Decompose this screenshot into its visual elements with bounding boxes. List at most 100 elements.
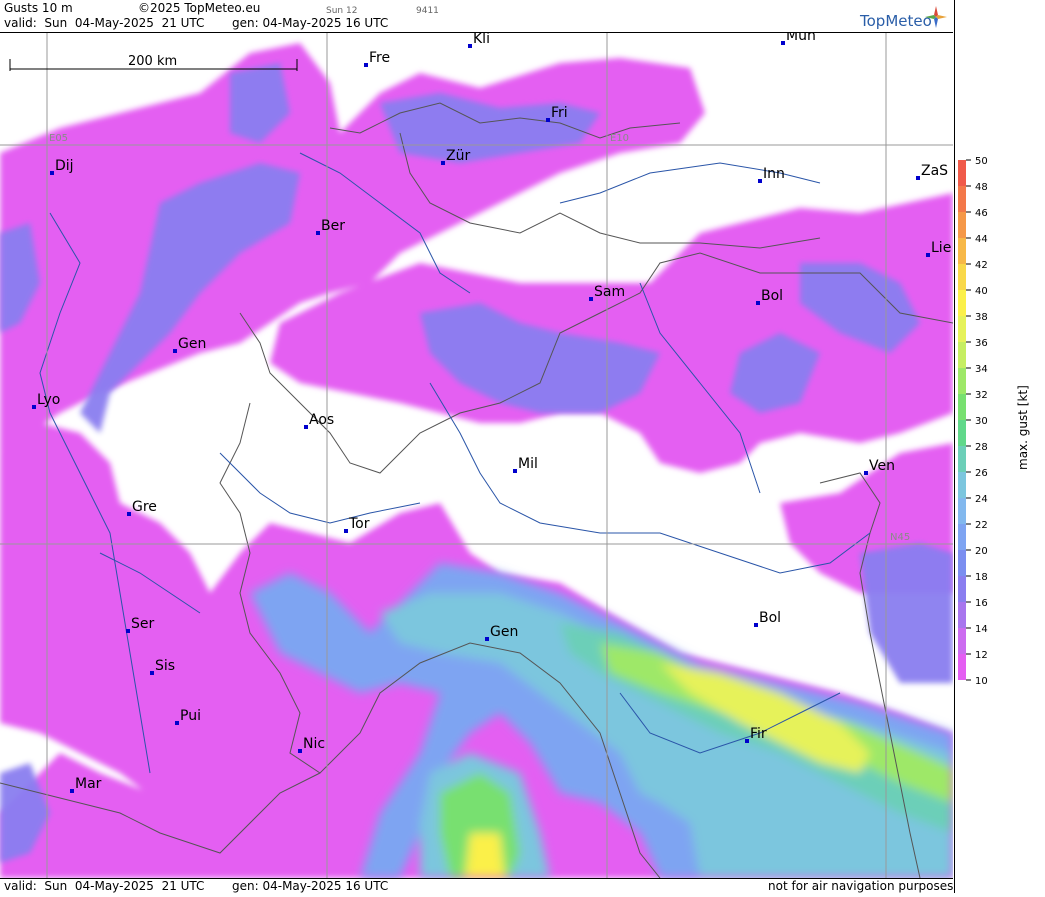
city-label: Kli	[473, 33, 490, 47]
run-code: 9411	[416, 6, 439, 16]
legend-tick-label: 30	[975, 416, 988, 427]
legend-color-swatch	[958, 472, 966, 498]
legend-tick-label: 16	[975, 598, 988, 609]
city-marker: Gen	[485, 624, 518, 641]
legend-tick-label: 40	[975, 286, 988, 297]
map-header: Gusts 10 m ©2025 TopMeteo.eu Sun 12 9411…	[0, 0, 953, 33]
city-marker: Mil	[513, 456, 538, 473]
city-marker: Mar	[70, 776, 102, 793]
topmeteo-logo-icon	[925, 6, 947, 28]
city-label: Gen	[490, 624, 518, 640]
legend-color-swatch	[958, 602, 966, 628]
city-marker: Sam	[589, 284, 625, 301]
legend-tick-label: 48	[975, 182, 988, 193]
city-marker: Inn	[758, 166, 785, 183]
footer-generated-time: gen: 04-May-2025 16 UTC	[232, 879, 389, 893]
city-dot-icon	[485, 637, 489, 641]
generated-time: gen: 04-May-2025 16 UTC	[232, 16, 389, 30]
city-dot-icon	[441, 161, 445, 165]
legend-tick-label: 10	[975, 676, 988, 687]
city-dot-icon	[126, 629, 130, 633]
city-marker: Ber	[316, 218, 345, 235]
city-dot-icon	[304, 425, 308, 429]
city-dot-icon	[150, 671, 154, 675]
city-label: Ber	[321, 218, 345, 234]
city-label: Zür	[446, 148, 470, 164]
legend-color-swatch	[958, 186, 966, 212]
legend-color-swatch	[958, 576, 966, 602]
city-marker: Zür	[441, 148, 470, 165]
city-dot-icon	[758, 179, 762, 183]
legend-title: max. gust [kt]	[1016, 385, 1030, 470]
legend-tick-label: 42	[975, 260, 988, 271]
grid-label-e10: E10	[610, 133, 629, 144]
legend-tick-label: 32	[975, 390, 988, 401]
city-dot-icon	[916, 176, 920, 180]
city-dot-icon	[589, 297, 593, 301]
city-label: Lie	[931, 240, 951, 256]
city-marker: Ser	[126, 616, 155, 633]
legend-tick-label: 14	[975, 624, 988, 635]
grid-label-e05: E05	[49, 133, 68, 144]
gust-color-scale: 50 48 46 44 42 40 38 36 34 32 30 28 26 24 22 20 18 16 14 12…	[958, 156, 988, 687]
footer-valid-time: valid: Sun 04-May-2025 21 UTC	[4, 879, 205, 893]
city-dot-icon	[756, 301, 760, 305]
legend-color-swatch	[958, 368, 966, 394]
grid-label-n45: N45	[890, 532, 910, 543]
legend-tick-label: 36	[975, 338, 988, 349]
city-dot-icon	[926, 253, 930, 257]
city-label: Mar	[75, 776, 102, 792]
legend-tick-label: 22	[975, 520, 988, 531]
city-dot-icon	[546, 118, 550, 122]
city-label: Ser	[131, 616, 155, 632]
legend-tick-label: 34	[975, 364, 988, 375]
city-dot-icon	[754, 623, 758, 627]
city-dot-icon	[364, 63, 368, 67]
legend-panel: 50 48 46 44 42 40 38 36 34 32 30 28 26 24 22 20 18 16 14 12…	[954, 0, 1045, 893]
city-label: Pui	[180, 708, 201, 724]
disclaimer-text: not for air navigation purposes	[768, 879, 954, 893]
legend-color-swatch	[958, 420, 966, 446]
legend-color-swatch	[958, 498, 966, 524]
city-label: Nic	[303, 736, 325, 752]
city-dot-icon	[864, 471, 868, 475]
legend-tick-label: 46	[975, 208, 988, 219]
city-dot-icon	[344, 529, 348, 533]
city-label: Aos	[309, 412, 334, 428]
city-label: Tor	[348, 516, 370, 532]
city-dot-icon	[298, 749, 302, 753]
city-label: ZaS	[921, 163, 948, 179]
city-label: Dij	[55, 158, 74, 174]
city-marker: Bol	[756, 288, 783, 305]
city-dot-icon	[513, 469, 517, 473]
city-label: Gen	[178, 336, 206, 352]
legend-tick-label: 12	[975, 650, 988, 661]
legend-tick-label: 28	[975, 442, 988, 453]
legend-color-swatch	[958, 264, 966, 290]
city-marker: Ven	[864, 458, 895, 475]
city-marker: Kli	[468, 33, 490, 48]
legend-color-swatch	[958, 524, 966, 550]
city-marker: Mün	[781, 33, 816, 45]
city-dot-icon	[316, 231, 320, 235]
city-dot-icon	[175, 721, 179, 725]
legend-color-swatch	[958, 342, 966, 368]
valid-time: valid: Sun 04-May-2025 21 UTC	[4, 16, 205, 30]
weather-map[interactable]: E05 E10 N45 200 km Kli Mün Fre Fri Dij Zür Inn…	[0, 33, 953, 878]
city-marker: ZaS	[916, 163, 948, 180]
city-label: Gre	[132, 499, 157, 515]
city-marker: Gre	[127, 499, 157, 516]
city-dot-icon	[32, 405, 36, 409]
legend-color-swatch	[958, 628, 966, 654]
city-label: Inn	[763, 166, 785, 182]
product-title: Gusts 10 m	[4, 1, 73, 15]
city-label: Sam	[594, 284, 625, 300]
city-label: Fre	[369, 50, 390, 66]
city-label: Mil	[518, 456, 538, 472]
legend-tick-label: 50	[975, 156, 988, 167]
legend-tick-label: 24	[975, 494, 988, 505]
legend-tick-label: 20	[975, 546, 988, 557]
copyright-text: ©2025 TopMeteo.eu	[138, 1, 261, 15]
legend-tick-label: 26	[975, 468, 988, 479]
legend-color-swatch	[958, 212, 966, 238]
